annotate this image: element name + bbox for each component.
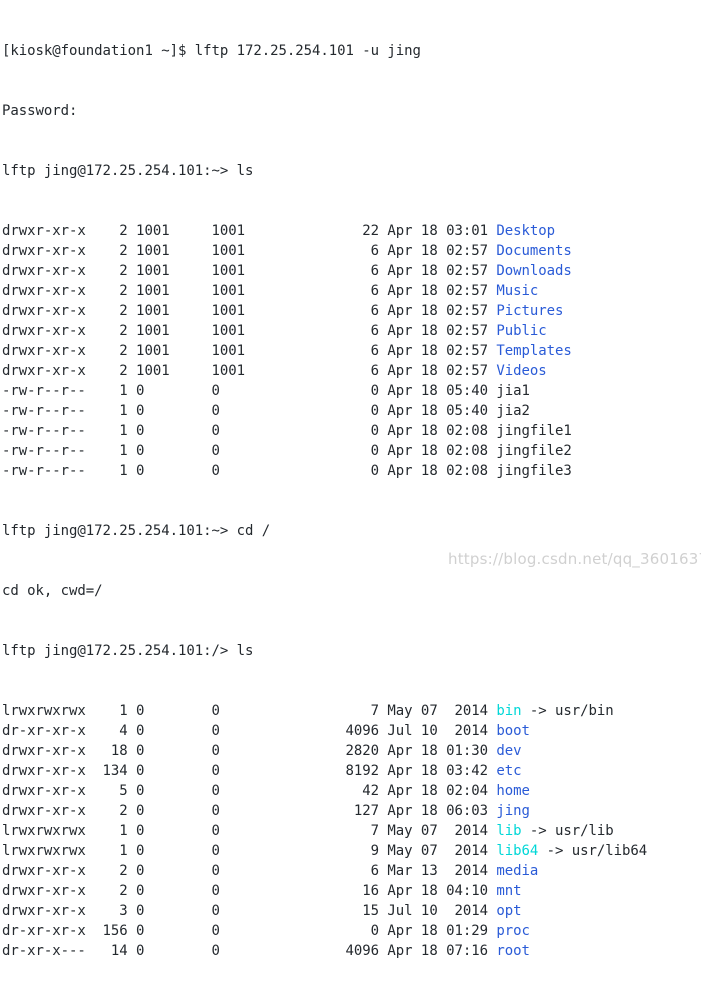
listing-row: -rw-r--r-- 1 0 0 0 Apr 18 05:40 jia1	[2, 381, 701, 401]
listing-row: dr-xr-x--- 14 0 0 4096 Apr 18 07:16 root	[2, 941, 701, 961]
listing-entry-name[interactable]: Desktop	[496, 223, 555, 239]
listing-entry-name[interactable]: home	[496, 783, 530, 799]
listing-row-metadata: dr-xr-xr-x 156 0 0 0 Apr 18 01:29	[2, 923, 497, 939]
listing-entry-name[interactable]: boot	[496, 723, 530, 739]
listing-row: lrwxrwxrwx 1 0 0 7 May 07 2014 bin -> us…	[2, 701, 701, 721]
listing-row: -rw-r--r-- 1 0 0 0 Apr 18 05:40 jia2	[2, 401, 701, 421]
listing-entry-name[interactable]: proc	[496, 923, 530, 939]
shell-prompt-line: [kiosk@foundation1 ~]$ lftp 172.25.254.1…	[2, 43, 421, 59]
lftp-ls-root-command-line: lftp jing@172.25.254.101:/> ls	[2, 643, 254, 659]
listing-entry-name[interactable]: Music	[496, 283, 538, 299]
listing-entry-name[interactable]: Downloads	[496, 263, 571, 279]
listing-row-metadata: dr-xr-xr-x 4 0 0 4096 Jul 10 2014	[2, 723, 497, 739]
listing-row: drwxr-xr-x 2 1001 1001 6 Apr 18 02:57 Pu…	[2, 321, 701, 341]
listing-row-metadata: -rw-r--r-- 1 0 0 0 Apr 18 05:40	[2, 383, 497, 399]
listing-row: drwxr-xr-x 2 0 0 6 Mar 13 2014 media	[2, 861, 701, 881]
listing-row: drwxr-xr-x 18 0 0 2820 Apr 18 01:30 dev	[2, 741, 701, 761]
listing-entry-name[interactable]: Public	[496, 323, 546, 339]
listing-row-metadata: drwxr-xr-x 2 1001 1001 6 Apr 18 02:57	[2, 303, 497, 319]
listing-entry-name[interactable]: Templates	[496, 343, 571, 359]
terminal-output[interactable]: [kiosk@foundation1 ~]$ lftp 172.25.254.1…	[0, 0, 701, 959]
symlink-target: -> usr/bin	[521, 703, 614, 719]
listing-row-metadata: -rw-r--r-- 1 0 0 0 Apr 18 02:08	[2, 463, 497, 479]
listing-entry-name[interactable]: bin	[496, 703, 521, 719]
listing-row: drwxr-xr-x 2 1001 1001 6 Apr 18 02:57 Te…	[2, 341, 701, 361]
listing-row-metadata: lrwxrwxrwx 1 0 0 7 May 07 2014	[2, 703, 497, 719]
listing-row: drwxr-xr-x 2 1001 1001 6 Apr 18 02:57 Do…	[2, 261, 701, 281]
lftp-ls-home-command-line: lftp jing@172.25.254.101:~> ls	[2, 163, 254, 179]
listing-entry-name[interactable]: dev	[496, 743, 521, 759]
listing-row-metadata: drwxr-xr-x 2 1001 1001 6 Apr 18 02:57	[2, 363, 497, 379]
listing-entry-name[interactable]: root	[496, 943, 530, 959]
listing-row: -rw-r--r-- 1 0 0 0 Apr 18 02:08 jingfile…	[2, 441, 701, 461]
listing-row: drwxr-xr-x 2 1001 1001 22 Apr 18 03:01 D…	[2, 221, 701, 241]
password-prompt-line: Password:	[2, 103, 78, 119]
listing-row-metadata: drwxr-xr-x 134 0 0 8192 Apr 18 03:42	[2, 763, 497, 779]
listing-row-metadata: drwxr-xr-x 2 1001 1001 6 Apr 18 02:57	[2, 243, 497, 259]
listing-row-metadata: -rw-r--r-- 1 0 0 0 Apr 18 02:08	[2, 423, 497, 439]
root-directory-listing: lrwxrwxrwx 1 0 0 7 May 07 2014 bin -> us…	[2, 701, 701, 961]
listing-row-metadata: dr-xr-x--- 14 0 0 4096 Apr 18 07:16	[2, 943, 497, 959]
listing-row: dr-xr-xr-x 156 0 0 0 Apr 18 01:29 proc	[2, 921, 701, 941]
listing-entry-name[interactable]: Videos	[496, 363, 546, 379]
listing-entry-name[interactable]: jia1	[496, 383, 530, 399]
listing-row-metadata: drwxr-xr-x 18 0 0 2820 Apr 18 01:30	[2, 743, 497, 759]
listing-row-metadata: drwxr-xr-x 2 0 0 127 Apr 18 06:03	[2, 803, 497, 819]
listing-row: drwxr-xr-x 2 1001 1001 6 Apr 18 02:57 Mu…	[2, 281, 701, 301]
listing-row-metadata: drwxr-xr-x 2 0 0 16 Apr 18 04:10	[2, 883, 497, 899]
lftp-cd-command-line: lftp jing@172.25.254.101:~> cd /	[2, 523, 271, 539]
listing-row-metadata: drwxr-xr-x 2 0 0 6 Mar 13 2014	[2, 863, 497, 879]
listing-row: drwxr-xr-x 2 1001 1001 6 Apr 18 02:57 Pi…	[2, 301, 701, 321]
listing-row: -rw-r--r-- 1 0 0 0 Apr 18 02:08 jingfile…	[2, 461, 701, 481]
listing-entry-name[interactable]: mnt	[496, 883, 521, 899]
listing-row-metadata: drwxr-xr-x 2 1001 1001 6 Apr 18 02:57	[2, 263, 497, 279]
listing-row-metadata: lrwxrwxrwx 1 0 0 9 May 07 2014	[2, 843, 497, 859]
listing-row: lrwxrwxrwx 1 0 0 7 May 07 2014 lib -> us…	[2, 821, 701, 841]
listing-row: drwxr-xr-x 3 0 0 15 Jul 10 2014 opt	[2, 901, 701, 921]
listing-entry-name[interactable]: jingfile1	[496, 423, 571, 439]
listing-row-metadata: drwxr-xr-x 2 1001 1001 22 Apr 18 03:01	[2, 223, 497, 239]
listing-entry-name[interactable]: lib64	[496, 843, 538, 859]
listing-entry-name[interactable]: jingfile3	[496, 463, 571, 479]
listing-row-metadata: lrwxrwxrwx 1 0 0 7 May 07 2014	[2, 823, 497, 839]
listing-row: drwxr-xr-x 2 0 0 127 Apr 18 06:03 jing	[2, 801, 701, 821]
listing-row: drwxr-xr-x 5 0 0 42 Apr 18 02:04 home	[2, 781, 701, 801]
cd-result-line: cd ok, cwd=/	[2, 583, 103, 599]
listing-row: drwxr-xr-x 2 0 0 16 Apr 18 04:10 mnt	[2, 881, 701, 901]
symlink-target: -> usr/lib	[521, 823, 614, 839]
listing-row-metadata: -rw-r--r-- 1 0 0 0 Apr 18 02:08	[2, 443, 497, 459]
home-directory-listing: drwxr-xr-x 2 1001 1001 22 Apr 18 03:01 D…	[2, 221, 701, 481]
listing-row: drwxr-xr-x 134 0 0 8192 Apr 18 03:42 etc	[2, 761, 701, 781]
listing-row-metadata: drwxr-xr-x 3 0 0 15 Jul 10 2014	[2, 903, 497, 919]
listing-row-metadata: drwxr-xr-x 2 1001 1001 6 Apr 18 02:57	[2, 343, 497, 359]
listing-row-metadata: drwxr-xr-x 5 0 0 42 Apr 18 02:04	[2, 783, 497, 799]
listing-entry-name[interactable]: jingfile2	[496, 443, 571, 459]
listing-entry-name[interactable]: etc	[496, 763, 521, 779]
listing-row: dr-xr-xr-x 4 0 0 4096 Jul 10 2014 boot	[2, 721, 701, 741]
listing-row: lrwxrwxrwx 1 0 0 9 May 07 2014 lib64 -> …	[2, 841, 701, 861]
listing-row: drwxr-xr-x 2 1001 1001 6 Apr 18 02:57 Do…	[2, 241, 701, 261]
listing-row: -rw-r--r-- 1 0 0 0 Apr 18 02:08 jingfile…	[2, 421, 701, 441]
symlink-target: -> usr/lib64	[538, 843, 648, 859]
listing-entry-name[interactable]: Pictures	[496, 303, 563, 319]
listing-row: drwxr-xr-x 2 1001 1001 6 Apr 18 02:57 Vi…	[2, 361, 701, 381]
watermark-text: https://blog.csdn.net/qq_36016375	[448, 550, 701, 568]
listing-entry-name[interactable]: media	[496, 863, 538, 879]
listing-row-metadata: -rw-r--r-- 1 0 0 0 Apr 18 05:40	[2, 403, 497, 419]
listing-entry-name[interactable]: Documents	[496, 243, 571, 259]
listing-row-metadata: drwxr-xr-x 2 1001 1001 6 Apr 18 02:57	[2, 323, 497, 339]
listing-row-metadata: drwxr-xr-x 2 1001 1001 6 Apr 18 02:57	[2, 283, 497, 299]
listing-entry-name[interactable]: lib	[496, 823, 521, 839]
listing-entry-name[interactable]: opt	[496, 903, 521, 919]
listing-entry-name[interactable]: jia2	[496, 403, 530, 419]
listing-entry-name[interactable]: jing	[496, 803, 530, 819]
